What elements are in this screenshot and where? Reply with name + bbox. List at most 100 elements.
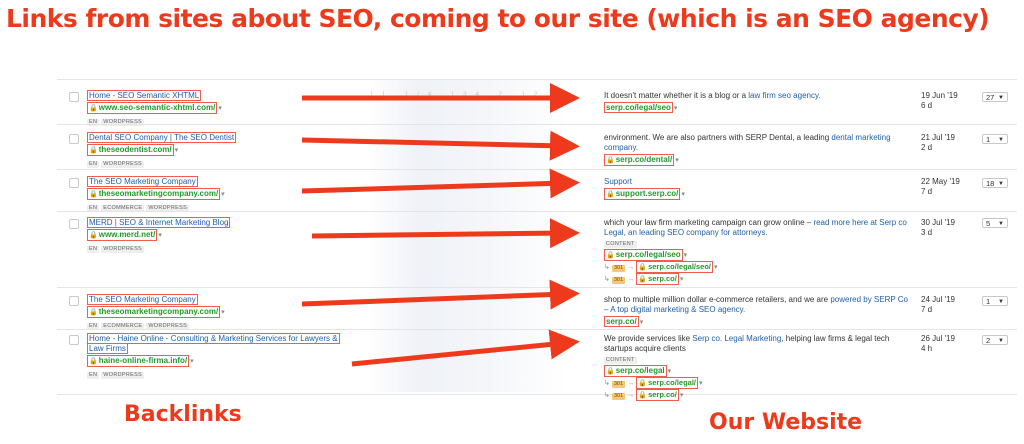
platform-tag: WORDPRESS xyxy=(101,372,145,379)
target-url-link[interactable]: 🔒support.serp.co/ xyxy=(604,188,681,200)
target-url-link[interactable]: 🔒serp.co/legal xyxy=(604,365,667,377)
target-url-link[interactable]: 🔒serp.co/legal/seo xyxy=(604,249,683,261)
referring-page-title-link[interactable]: The SEO Marketing Company xyxy=(87,176,198,187)
redirect-url-link[interactable]: 🔒serp.co/ xyxy=(636,389,679,401)
our-website-label: Our Website xyxy=(709,410,863,435)
anchor-and-target: We provide services like Serp co. Legal … xyxy=(604,334,914,401)
chevron-down-icon[interactable]: ▾ xyxy=(714,264,718,271)
links-count-select[interactable]: 27 ▼ xyxy=(982,92,1008,102)
table-row: The SEO Marketing Company 🔒theseomarketi… xyxy=(57,287,1017,330)
chevron-down-icon[interactable]: ▾ xyxy=(684,252,688,259)
platform-tag: WORDPRESS xyxy=(101,246,145,253)
links-count-select[interactable]: 18 ▼ xyxy=(982,178,1008,188)
links-count-select[interactable]: 1 ▼ xyxy=(982,134,1008,144)
referring-page-title-link[interactable]: Home - SEO Semantic XHTML xyxy=(87,90,202,101)
chevron-down-icon[interactable]: ▾ xyxy=(190,358,194,365)
chevron-down-icon: ▼ xyxy=(998,95,1004,101)
date-text: 19 Jun '19 xyxy=(921,91,958,100)
referring-page-title-link[interactable]: The SEO Marketing Company xyxy=(87,294,198,305)
chevron-down-icon[interactable]: ▾ xyxy=(680,392,684,399)
target-url-link[interactable]: serp.co/legal/seo xyxy=(604,102,673,113)
chevron-down-icon[interactable]: ▾ xyxy=(674,105,678,112)
referring-page: MERD | SEO & Internet Marketing Blog 🔒ww… xyxy=(87,217,347,253)
content-tag: CONTENT xyxy=(604,357,637,364)
referring-page-title-link[interactable]: MERD | SEO & Internet Marketing Blog xyxy=(87,217,231,228)
redirect-url-text: serp.co/ xyxy=(648,274,677,283)
chevron-down-icon[interactable]: ▾ xyxy=(158,232,162,239)
chevron-down-icon[interactable]: ▾ xyxy=(699,380,703,387)
row-checkbox[interactable] xyxy=(69,296,79,306)
chevron-down-icon[interactable]: ▾ xyxy=(680,276,684,283)
first-seen-date: 24 Jul '19 7 d xyxy=(921,295,955,315)
anchor-and-target: Support 🔒support.serp.co/▾ xyxy=(604,177,914,200)
links-count-select[interactable]: 2 ▼ xyxy=(982,335,1008,345)
row-checkbox[interactable] xyxy=(69,134,79,144)
lock-icon: 🔒 xyxy=(606,157,615,164)
table-row: The SEO Marketing Company 🔒theseomarketi… xyxy=(57,169,1017,212)
referring-page: The SEO Marketing Company 🔒theseomarketi… xyxy=(87,176,347,212)
age-text: 3 d xyxy=(921,228,933,237)
arrow-right-icon: → xyxy=(627,380,635,387)
referring-page: The SEO Marketing Company 🔒theseomarketi… xyxy=(87,294,347,330)
chevron-down-icon[interactable]: ▾ xyxy=(175,147,179,154)
chevron-down-icon[interactable]: ▾ xyxy=(668,368,672,375)
chevron-down-icon: ▼ xyxy=(998,137,1004,143)
redirect-url-link[interactable]: 🔒serp.co/legal/ xyxy=(636,377,698,389)
language-tag: EN xyxy=(87,161,100,168)
links-count-select[interactable]: 5 ▼ xyxy=(982,218,1008,228)
date-text: 21 Jul '19 xyxy=(921,133,955,142)
target-url-text: support.serp.co/ xyxy=(615,189,679,198)
redirect-arrow-icon: ↳ xyxy=(604,380,610,387)
chevron-down-icon[interactable]: ▾ xyxy=(221,309,225,316)
chevron-down-icon[interactable]: ▾ xyxy=(681,191,685,198)
referring-page: Home - SEO Semantic XHTML 🔒www.seo-seman… xyxy=(87,90,347,126)
date-text: 22 May '19 xyxy=(921,177,960,186)
anchor-text-link[interactable]: Support xyxy=(604,177,632,186)
headline: Links from sites about SEO, coming to ou… xyxy=(6,4,990,33)
redirect-url-text: serp.co/legal/seo/ xyxy=(648,262,712,271)
anchor-context: shop to multiple million dollar e-commer… xyxy=(604,295,829,304)
age-text: 7 d xyxy=(921,187,933,196)
referring-domain-link[interactable]: 🔒www.merd.net/ xyxy=(87,229,158,241)
redirect-url-link[interactable]: 🔒serp.co/ xyxy=(636,273,679,285)
target-url-link[interactable]: serp.co/ xyxy=(604,316,639,327)
referring-domain-link[interactable]: 🔒theseodentist.com/ xyxy=(87,144,174,156)
content-tag: CONTENT xyxy=(604,241,637,248)
referring-domain-link[interactable]: 🔒theseomarketingcompany.com/ xyxy=(87,188,221,200)
referring-page: Dental SEO Company | The SEO Dentist 🔒th… xyxy=(87,132,347,168)
referring-domain-text: www.merd.net/ xyxy=(98,230,156,239)
referring-page-title-link[interactable]: Dental SEO Company | The SEO Dentist xyxy=(87,132,237,143)
referring-page-title-link[interactable]: Home - Haine Online - Consulting & Marke… xyxy=(87,333,340,354)
anchor-and-target: shop to multiple million dollar e-commer… xyxy=(604,295,914,328)
redirect-url-link[interactable]: 🔒serp.co/legal/seo/ xyxy=(636,261,714,273)
referring-domain-link[interactable]: 🔒theseomarketingcompany.com/ xyxy=(87,306,221,318)
lock-icon: 🔒 xyxy=(89,309,98,316)
first-seen-date: 26 Jul '19 4 h xyxy=(921,334,955,354)
lock-icon: 🔒 xyxy=(638,276,648,283)
redirect-code-badge: 301 xyxy=(611,265,626,272)
row-checkbox[interactable] xyxy=(69,178,79,188)
chevron-down-icon: ▼ xyxy=(998,299,1004,305)
target-url-text: serp.co/legal xyxy=(615,366,665,375)
chevron-down-icon[interactable]: ▾ xyxy=(640,319,644,326)
redirect-code-badge: 301 xyxy=(611,277,626,284)
chevron-down-icon[interactable]: ▾ xyxy=(218,105,222,112)
referring-domain-link[interactable]: 🔒haine-online-firma.info/ xyxy=(87,355,190,367)
row-checkbox[interactable] xyxy=(69,335,79,345)
target-url-link[interactable]: 🔒serp.co/dental/ xyxy=(604,154,675,166)
chevron-down-icon[interactable]: ▾ xyxy=(221,191,225,198)
links-count-select[interactable]: 1 ▼ xyxy=(982,296,1008,306)
chevron-down-icon[interactable]: ▾ xyxy=(675,157,679,164)
anchor-context: We provide services like xyxy=(604,334,691,343)
anchor-text-link[interactable]: Serp co. Legal Marketing, xyxy=(692,334,783,343)
row-checkbox[interactable] xyxy=(69,219,79,229)
lock-icon: 🔒 xyxy=(89,358,98,365)
anchor-text-link[interactable]: law firm seo agency. xyxy=(748,91,820,100)
platform-tag: WORDPRESS xyxy=(101,161,145,168)
referring-domain-link[interactable]: 🔒www.seo-semantic-xhtml.com/ xyxy=(87,102,218,114)
lock-icon: 🔒 xyxy=(606,252,615,259)
row-checkbox[interactable] xyxy=(69,92,79,102)
lock-icon: 🔒 xyxy=(89,191,98,198)
referring-domain-text: theseodentist.com/ xyxy=(98,145,172,154)
count-value: 2 xyxy=(986,336,991,345)
